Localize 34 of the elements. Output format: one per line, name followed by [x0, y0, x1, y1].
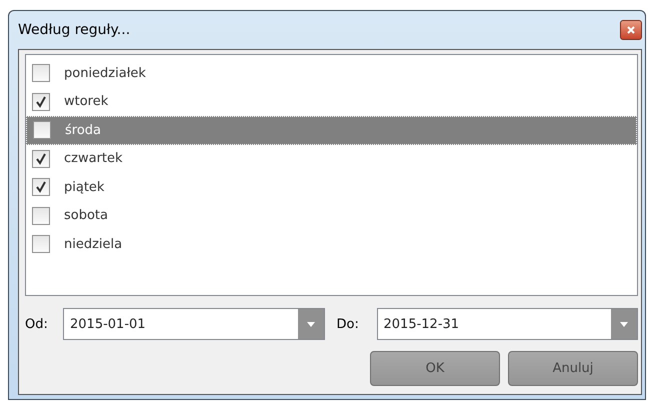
checkbox[interactable] [33, 121, 51, 140]
day-label: piątek [64, 180, 104, 195]
window-title: Według reguły... [18, 22, 130, 38]
from-date-field[interactable]: 2015-01-01 [63, 308, 324, 340]
checkbox[interactable] [32, 235, 50, 254]
close-icon [626, 25, 636, 35]
day-label: poniedziałek [64, 66, 146, 81]
day-list-item[interactable]: czwartek [26, 144, 637, 173]
day-label: sobota [64, 208, 108, 224]
day-label: niedziela [64, 236, 122, 252]
day-label: wtorek [64, 94, 108, 110]
day-list-item[interactable]: środa [26, 116, 637, 144]
checkbox[interactable] [32, 92, 50, 111]
to-date-field[interactable]: 2015-12-31 [376, 308, 638, 340]
from-label: Od: [25, 316, 49, 332]
cancel-button[interactable]: Anuluj [508, 351, 638, 386]
day-list-item[interactable]: piątek [26, 173, 637, 202]
day-list-item[interactable]: wtorek [26, 88, 637, 116]
dropdown-button[interactable] [611, 309, 637, 339]
day-list-item[interactable]: niedziela [26, 230, 637, 258]
day-list-item[interactable]: poniedziałek [26, 59, 637, 88]
day-label: czwartek [64, 151, 123, 166]
checkbox[interactable] [32, 178, 50, 196]
caret-icon [620, 322, 628, 326]
day-label: środa [65, 122, 102, 138]
day-list-item[interactable]: sobota [26, 202, 637, 230]
checkbox[interactable] [32, 150, 50, 168]
close-button[interactable] [620, 20, 642, 40]
checkbox[interactable] [32, 64, 50, 82]
ok-button[interactable]: OK [370, 351, 500, 386]
caret-icon [306, 322, 314, 326]
to-label: Do: [336, 316, 360, 332]
checkbox[interactable] [32, 206, 50, 225]
dropdown-button[interactable] [298, 309, 324, 339]
